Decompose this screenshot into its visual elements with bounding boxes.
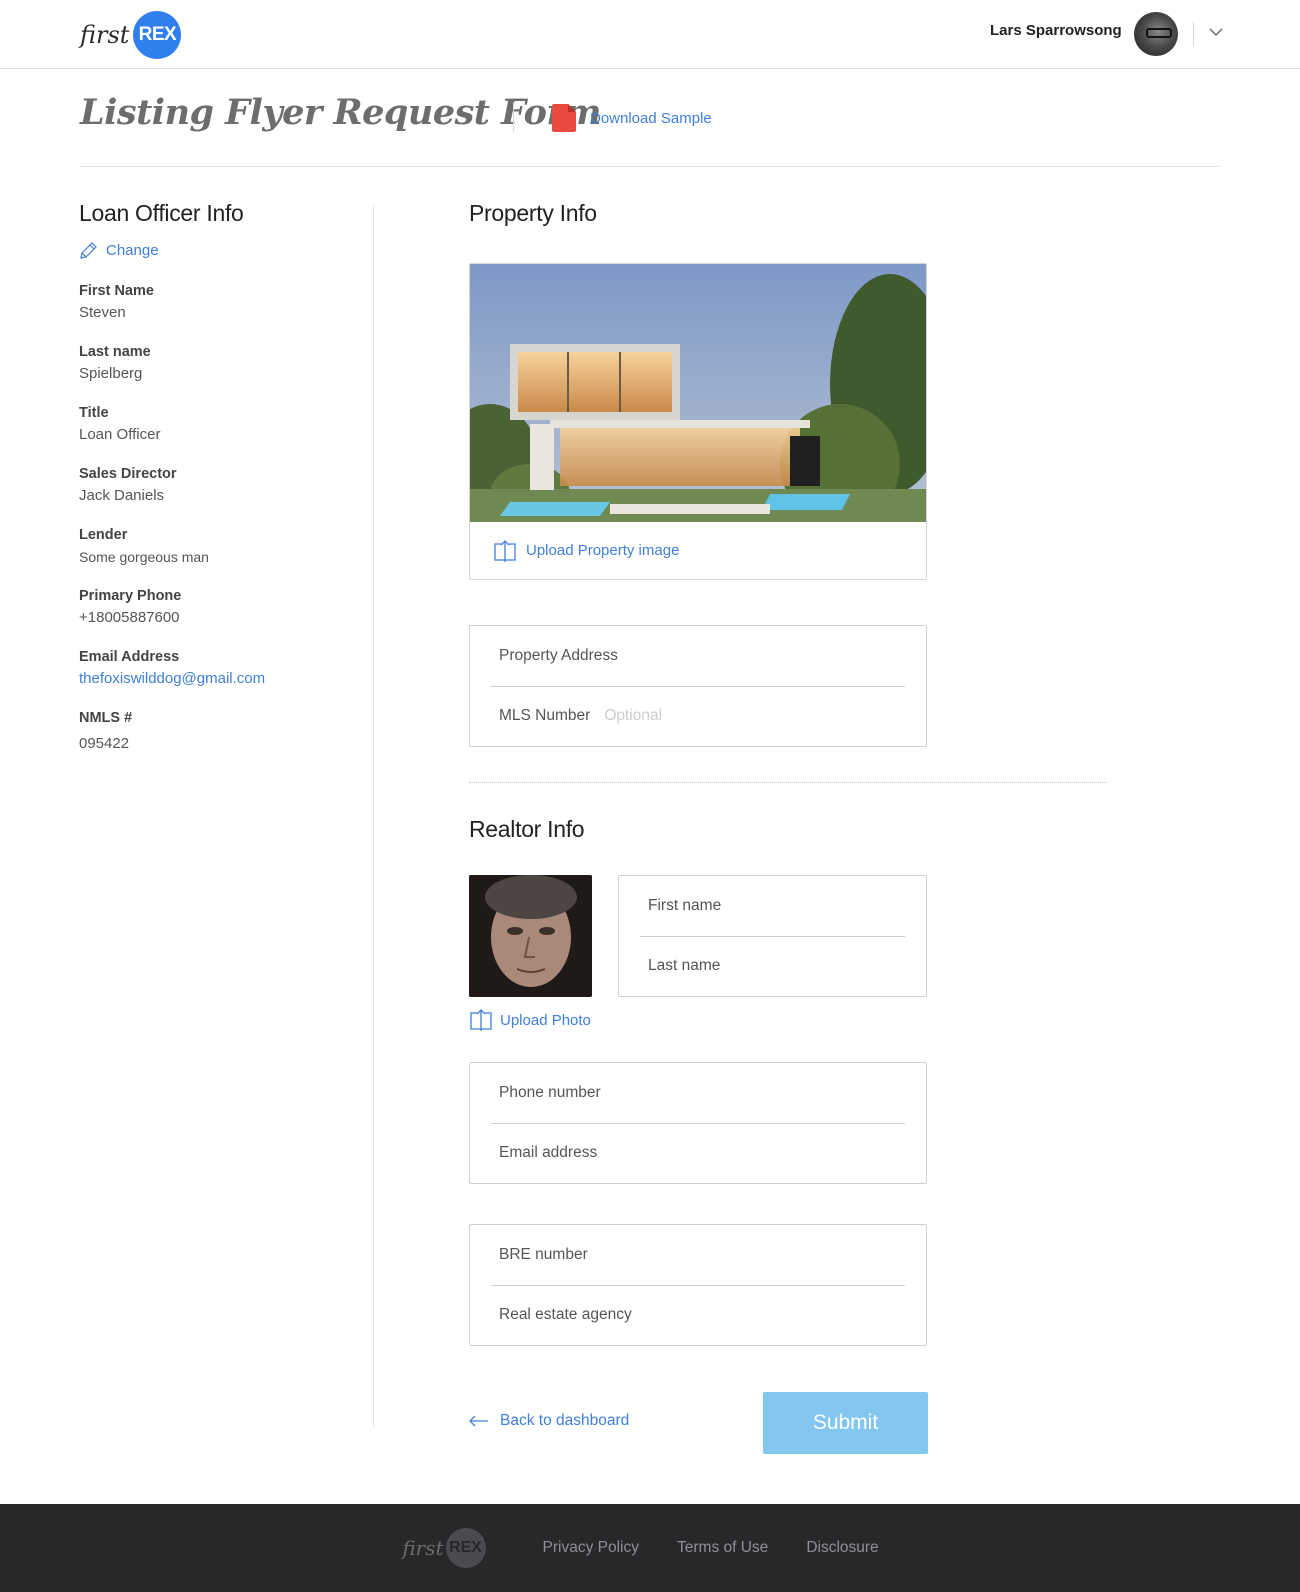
top-bar: first REX Lars Sparrowsong [0,0,1300,69]
realtor-agency-group: BRE number Real estate agency [469,1224,927,1346]
upload-property-image-button[interactable]: Upload Property image [470,522,926,579]
info-value: 095422 [79,735,130,752]
pencil-icon [80,242,97,259]
page-title: Listing Flyer Request Form [80,92,601,133]
back-label: Back to dashboard [500,1412,630,1429]
mls-number-field[interactable]: MLS Number Optional [470,686,926,746]
info-last-name: Last name Spielberg [79,343,359,404]
upload-icon [494,539,516,562]
email-placeholder: Email address [499,1144,598,1161]
upload-icon [470,1009,492,1031]
realtor-phone-field[interactable]: Phone number [470,1063,926,1123]
column-divider [373,206,374,1428]
download-sample-label: Download Sample [590,109,712,127]
info-label: Primary Phone [79,588,182,604]
privacy-policy-link[interactable]: Privacy Policy [543,1539,639,1557]
user-menu-divider [1193,22,1194,46]
loan-officer-fields: First Name Steven Last name Spielberg Ti… [79,282,359,770]
realtor-name-group: First name Last name [618,875,927,997]
mls-number-hint: Optional [604,707,663,724]
realtor-contact-group: Phone number Email address [469,1062,927,1184]
info-label: Sales Director [79,466,177,482]
agency-field[interactable]: Real estate agency [470,1285,926,1345]
info-value: Steven [79,304,126,321]
info-label: NMLS # [79,710,133,726]
back-to-dashboard-link[interactable]: Back to dashboard [469,1412,629,1430]
realtor-first-name-field[interactable]: First name [619,876,926,936]
realtor-info-heading: Realtor Info [469,816,585,842]
download-sample-link[interactable]: Download Sample [552,104,712,132]
title-divider [513,102,514,132]
realtor-photo [469,875,592,997]
change-loan-officer-link[interactable]: Change [79,241,359,260]
logo-first-text: first [80,21,130,49]
footer-logo[interactable]: first REX [402,1528,486,1568]
agency-placeholder: Real estate agency [499,1306,632,1323]
info-value: Spielberg [79,365,143,382]
upload-photo-label: Upload Photo [500,1011,591,1029]
info-lender: Lender Some gorgeous man [79,526,359,587]
property-address-placeholder: Property Address [499,647,618,664]
title-rule [80,166,1220,167]
mls-number-label: MLS Number [499,707,591,724]
info-label: Email Address [79,649,180,665]
footer: first REX Privacy Policy Terms of Use Di… [0,1504,1300,1592]
upload-property-image-label: Upload Property image [526,542,680,559]
submit-button[interactable]: Submit [763,1392,928,1454]
info-label: Title [79,405,109,421]
realtor-email-field[interactable]: Email address [470,1123,926,1183]
info-email-address: Email Address thefoxiswilddog@gmail.com [79,648,359,709]
change-label: Change [106,242,159,259]
logo[interactable]: first REX [80,11,182,59]
form-panel: Property Info Upload Property image Prop… [469,200,1109,1454]
section-divider [469,782,1107,783]
info-first-name: First Name Steven [79,282,359,343]
bre-number-field[interactable]: BRE number [470,1225,926,1285]
user-name[interactable]: Lars Sparrowsong [990,22,1122,39]
chevron-down-icon[interactable] [1206,22,1226,42]
disclosure-link[interactable]: Disclosure [806,1539,878,1557]
property-address-field[interactable]: Property Address [470,626,926,686]
upload-photo-button[interactable]: Upload Photo [470,1008,591,1032]
footer-logo-first: first [402,1536,444,1560]
info-primary-phone: Primary Phone +18005887600 [79,587,359,648]
info-label: First Name [79,283,154,299]
info-value: Loan Officer [79,426,161,443]
info-nmls: NMLS # 095422 [79,709,359,770]
loan-officer-heading: Loan Officer Info [79,200,244,226]
last-name-placeholder: Last name [648,957,721,974]
loan-officer-panel: Loan Officer Info Change First Name Stev… [79,200,359,770]
email-link[interactable]: thefoxiswilddog@gmail.com [79,668,359,690]
arrow-left-icon [469,1415,488,1427]
property-info-heading: Property Info [469,200,597,226]
info-label: Lender [79,527,128,543]
info-sales-director: Sales Director Jack Daniels [79,465,359,526]
terms-of-use-link[interactable]: Terms of Use [677,1539,768,1557]
logo-rex-badge: REX [133,11,182,59]
info-label: Last name [79,344,151,360]
bre-placeholder: BRE number [499,1246,588,1263]
avatar[interactable] [1134,12,1178,56]
realtor-last-name-field[interactable]: Last name [619,936,926,996]
footer-logo-rex: REX [445,1528,486,1568]
phone-placeholder: Phone number [499,1084,601,1101]
pdf-file-icon [552,104,576,132]
info-value: Some gorgeous man [79,549,209,565]
property-address-group: Property Address MLS Number Optional [469,625,927,747]
property-image [470,264,926,522]
info-value: +18005887600 [79,609,180,626]
info-title: Title Loan Officer [79,404,359,465]
property-image-card: Upload Property image [469,263,927,580]
first-name-placeholder: First name [648,897,722,914]
info-value: Jack Daniels [79,487,165,504]
